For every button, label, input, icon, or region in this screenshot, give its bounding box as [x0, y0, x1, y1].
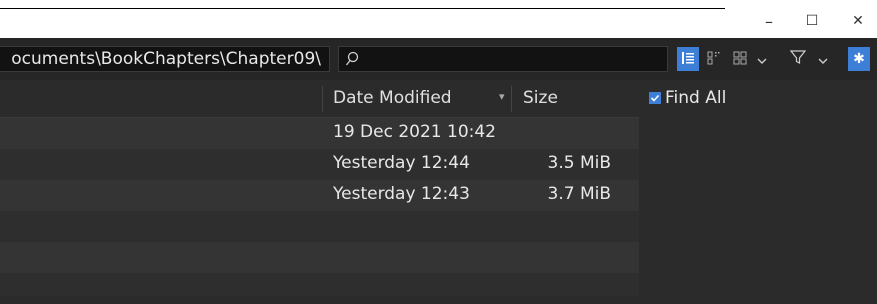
table-row[interactable]: 19 Dec 2021 10:42	[0, 118, 639, 149]
table-row[interactable]: Yesterday 12:44 3.5 MiB	[0, 149, 639, 180]
row-size: 3.5 MiB	[547, 153, 612, 173]
table-row	[0, 242, 639, 273]
minimize-icon: –	[765, 11, 773, 31]
chevron-down-icon	[757, 50, 767, 69]
title-bar-line	[0, 8, 725, 9]
column-header-size[interactable]: Size	[523, 88, 558, 108]
column-header-date-modified[interactable]: Date Modified	[333, 88, 452, 108]
path-field[interactable]: ocuments\BookChapters\Chapter09\	[0, 46, 330, 72]
checkbox-checked-icon	[649, 92, 661, 104]
find-all-label: Find All	[665, 88, 727, 108]
details-view-icon	[681, 50, 695, 69]
thumbnails-view-icon	[707, 50, 721, 69]
close-button[interactable]: ✕	[846, 10, 870, 32]
file-list: Date Modified ▾ Size 19 Dec 2021 10:42 Y…	[0, 80, 639, 296]
row-date: Yesterday 12:44	[333, 153, 470, 173]
toolbar: ocuments\BookChapters\Chapter09\ ✱	[0, 38, 877, 80]
settings-button[interactable]: ✱	[848, 47, 870, 71]
maximize-button[interactable]: ☐	[800, 10, 824, 32]
minimize-button[interactable]: –	[757, 10, 781, 32]
table-row	[0, 273, 639, 304]
filter-button[interactable]	[786, 47, 810, 71]
grid-view-button[interactable]	[729, 47, 751, 71]
column-separator[interactable]	[511, 86, 512, 112]
maximize-icon: ☐	[805, 13, 819, 29]
row-date: Yesterday 12:43	[333, 184, 470, 204]
gear-icon: ✱	[853, 51, 865, 67]
chevron-down-icon	[818, 50, 828, 69]
list-header: Date Modified ▾ Size	[0, 80, 639, 118]
row-date: 19 Dec 2021 10:42	[333, 122, 496, 142]
view-options-dropdown[interactable]	[753, 47, 771, 71]
sort-indicator-icon: ▾	[499, 90, 505, 103]
path-text: ocuments\BookChapters\Chapter09\	[11, 49, 321, 69]
right-panel: Find All	[639, 80, 877, 296]
filter-options-dropdown[interactable]	[814, 47, 832, 71]
grid-view-icon	[733, 50, 747, 69]
close-icon: ✕	[852, 13, 864, 29]
search-input[interactable]	[338, 46, 668, 72]
table-row	[0, 211, 639, 242]
find-all-checkbox[interactable]: Find All	[649, 88, 726, 108]
search-icon	[345, 51, 359, 71]
details-view-button[interactable]	[677, 47, 699, 71]
row-size: 3.7 MiB	[547, 184, 612, 204]
column-separator[interactable]	[322, 86, 323, 112]
table-row[interactable]: Yesterday 12:43 3.7 MiB	[0, 180, 639, 211]
filter-icon	[789, 49, 807, 69]
thumbnails-view-button[interactable]	[703, 47, 725, 71]
title-bar: – ☐ ✕	[0, 0, 877, 38]
